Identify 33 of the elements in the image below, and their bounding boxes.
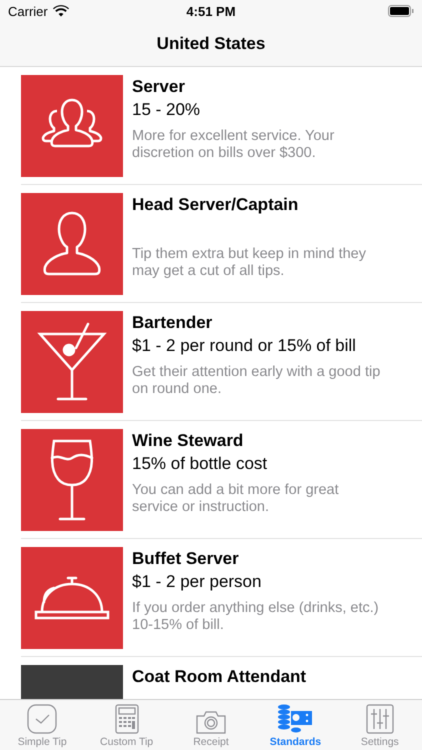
- tip-advice: Get their attention early with a good tip on round one.: [132, 364, 382, 398]
- tab-item[interactable]: Simple Tip: [0, 700, 84, 750]
- clock-time: 4:51 PM: [186, 4, 236, 18]
- category-title: Head Server/Captain: [132, 194, 300, 215]
- tab-item[interactable]: Receipt: [168, 700, 254, 750]
- category-title: Wine Steward: [132, 430, 244, 451]
- person-icon: [41, 210, 103, 278]
- tip-advice: If you order anything else (drinks, etc.) 10-15% of bill.: [132, 600, 380, 634]
- tip-advice: You can add a bit more for great service or instruction.: [132, 482, 340, 516]
- calculator-icon: [114, 704, 139, 734]
- tab-item[interactable]: Standards: [253, 700, 338, 750]
- tip-advice: More for excellent service. Your discretion on bills over $300.: [132, 128, 336, 162]
- tip-rate: 15 - 20%: [132, 99, 202, 121]
- category-title: Coat Room Attendant: [132, 666, 306, 687]
- checkmark-icon: [27, 704, 58, 734]
- coins-icon: [277, 704, 314, 734]
- tip-rate: 15% of bottle cost: [132, 453, 268, 475]
- tip-advice: Tip them extra but keep in mind they may get a cut of all tips.: [132, 246, 367, 280]
- category-title: Server: [132, 76, 186, 97]
- category-title: Buffet Server: [132, 548, 240, 569]
- cocktail-icon: [36, 322, 108, 402]
- wifi-icon: [52, 5, 69, 17]
- tip-rate: $1 - 2 per person: [132, 571, 262, 593]
- camera-icon: [196, 710, 226, 734]
- tip-rate: $1 - 2 per round or 15% of bill: [132, 335, 357, 357]
- sliders-icon: [366, 704, 394, 734]
- battery-icon: [388, 5, 414, 17]
- tab-item[interactable]: Settings: [338, 700, 422, 750]
- tab-item[interactable]: Custom Tip: [84, 700, 169, 750]
- wine-glass-icon: [48, 438, 96, 522]
- category-title: Bartender: [132, 312, 214, 333]
- carrier-label: Carrier: [8, 4, 48, 18]
- screen-title: United States: [156, 34, 266, 54]
